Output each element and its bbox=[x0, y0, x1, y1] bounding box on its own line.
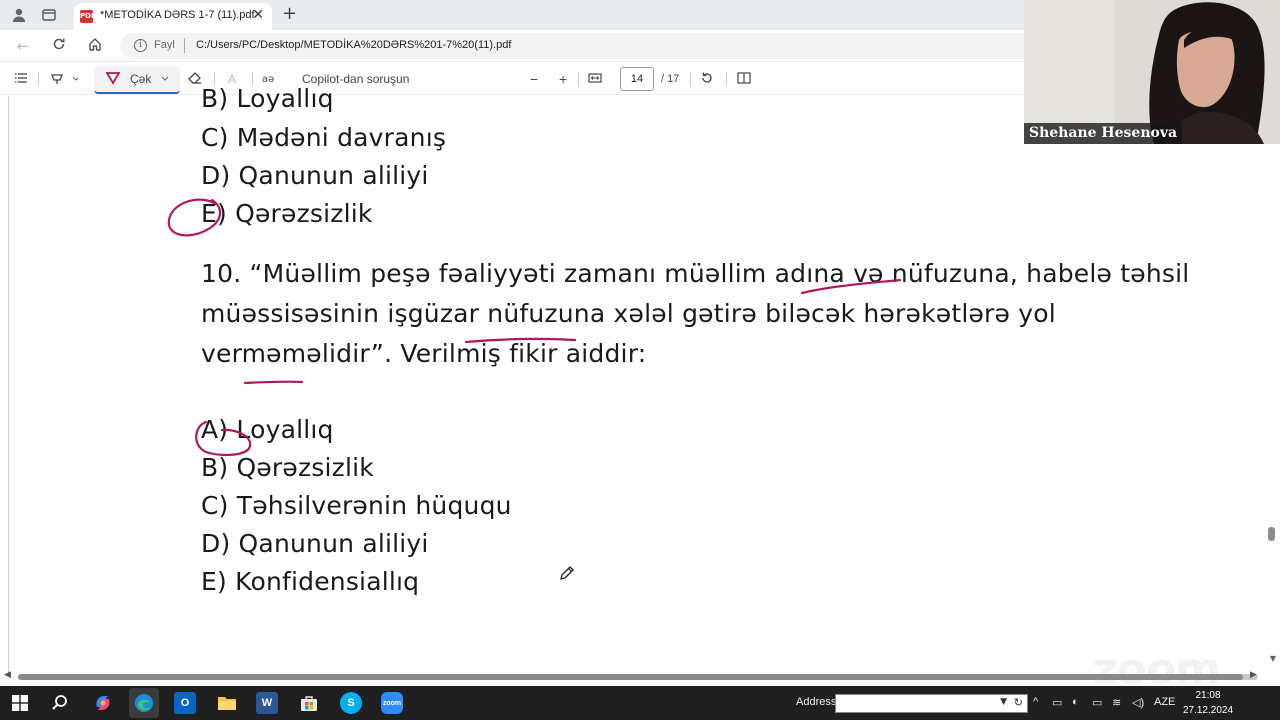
tab-close-button[interactable]: ✕ bbox=[252, 7, 264, 23]
page-view-icon[interactable] bbox=[737, 71, 751, 87]
draw-icon bbox=[105, 71, 121, 87]
prev-option-c: C) Mədəni davranış bbox=[201, 123, 447, 152]
outlook-icon[interactable]: O bbox=[174, 692, 196, 714]
contents-icon[interactable] bbox=[14, 71, 28, 87]
zoom-app-icon[interactable]: zoom bbox=[381, 692, 403, 714]
address-toolbar-input[interactable]: ▼ ↻ bbox=[835, 694, 1028, 713]
new-tab-button[interactable]: + bbox=[282, 3, 297, 24]
page-edge bbox=[8, 96, 9, 676]
address-scheme: Fayl bbox=[154, 39, 175, 51]
toolbar-divider bbox=[690, 72, 691, 86]
highlight-icon[interactable] bbox=[50, 71, 80, 87]
clock-date: 27.12.2024 bbox=[1182, 705, 1234, 716]
address-toolbar-label: Address bbox=[796, 696, 837, 708]
toolbar-divider bbox=[726, 72, 727, 86]
windows-start-icon[interactable] bbox=[9, 692, 31, 714]
draw-label: Çək bbox=[130, 72, 152, 86]
file-explorer-icon[interactable] bbox=[216, 692, 238, 714]
scroll-left-icon[interactable]: ◀ bbox=[4, 670, 11, 680]
chevron-down-icon[interactable] bbox=[160, 71, 170, 87]
option-a: A) Loyallıq bbox=[201, 415, 334, 444]
prev-option-e: E) Qərəzsizlik bbox=[201, 199, 373, 228]
tray-overflow-icon[interactable]: ^ bbox=[1033, 696, 1038, 708]
edge-browser-icon[interactable] bbox=[133, 692, 155, 714]
wifi-icon[interactable]: ≋ bbox=[1112, 696, 1121, 709]
tab-pdf[interactable]: PDF *METODİKA DƏRS 1-7 (11).pdf ✕ bbox=[74, 3, 272, 30]
question-line-3: verməməlidir”. Verilmiş fikir aiddir: bbox=[201, 339, 647, 368]
volume-icon[interactable]: ◁) bbox=[1132, 696, 1144, 709]
participant-name-label: Shehane Hesenova bbox=[1024, 123, 1182, 144]
tab-title: *METODİKA DƏRS 1-7 (11).pdf bbox=[100, 9, 255, 21]
skype-icon[interactable]: S bbox=[340, 692, 362, 714]
battery-icon[interactable]: ▭ bbox=[1092, 696, 1102, 709]
input-language[interactable]: AZE bbox=[1154, 696, 1175, 708]
store-icon[interactable] bbox=[298, 692, 320, 714]
vertical-scrollbar-thumb[interactable] bbox=[1268, 527, 1275, 541]
meet-now-icon[interactable]: ▭ bbox=[1052, 696, 1062, 709]
clock-time: 21:08 bbox=[1195, 690, 1221, 701]
tab-actions-icon[interactable] bbox=[40, 6, 58, 24]
chevron-down-icon[interactable]: ▼ bbox=[1000, 697, 1007, 707]
page-number-input[interactable]: 14 bbox=[620, 67, 654, 91]
option-c: C) Təhsilverənin hüququ bbox=[201, 491, 512, 520]
toolbar-divider bbox=[38, 72, 39, 86]
pdf-page[interactable]: B) Loyallıq C) Mədəni davranış D) Qanunu… bbox=[0, 84, 1280, 695]
page-total: / 17 bbox=[661, 73, 680, 85]
refresh-icon[interactable]: ↻ bbox=[1014, 696, 1023, 709]
windows-taskbar: O W S zoom Address ▼ ↻ ^ ▭ ◐ ▭ ≋ ◁) AZE … bbox=[0, 686, 1280, 720]
prev-option-b: B) Loyallıq bbox=[201, 84, 334, 113]
home-icon[interactable] bbox=[86, 37, 104, 55]
scroll-right-icon[interactable]: ▶ bbox=[1250, 670, 1257, 680]
search-icon[interactable] bbox=[49, 692, 71, 714]
pdf-file-icon: PDF bbox=[80, 10, 96, 23]
back-icon[interactable]: ← bbox=[14, 37, 32, 55]
pencil-cursor-icon bbox=[558, 564, 576, 586]
eraser-icon[interactable] bbox=[188, 71, 202, 87]
prev-option-d: D) Qanunun aliliyi bbox=[201, 161, 429, 190]
word-icon[interactable]: W bbox=[256, 692, 278, 714]
option-e: E) Konfidensiallıq bbox=[201, 567, 420, 596]
question-line-2: müəssisəsinin işgüzar nüfuzuna xələl gət… bbox=[201, 299, 1056, 328]
zoom-out-button[interactable]: − bbox=[530, 71, 538, 87]
tray-app-icon[interactable]: ◐ bbox=[1072, 696, 1079, 708]
screen: PDF *METODİKA DƏRS 1-7 (11).pdf ✕ + ← i … bbox=[0, 0, 1280, 720]
ink-underline-vermemelidir bbox=[243, 380, 304, 385]
info-icon[interactable]: i bbox=[134, 39, 147, 52]
question-line-1: 10. “Müəllim peşə fəaliyyəti zamanı müəl… bbox=[201, 259, 1190, 288]
copilot-icon[interactable] bbox=[92, 692, 114, 714]
option-b: B) Qərəzsizlik bbox=[201, 453, 374, 482]
fit-page-icon[interactable] bbox=[588, 71, 602, 87]
horizontal-scrollbar-thumb[interactable] bbox=[18, 674, 1243, 680]
profile-icon[interactable] bbox=[10, 6, 28, 24]
rotate-icon[interactable] bbox=[700, 71, 714, 87]
address-bar[interactable]: i Fayl C:/Users/PC/Desktop/METODİKA%20DƏ… bbox=[120, 33, 1040, 59]
option-d: D) Qanunun aliliyi bbox=[201, 529, 429, 558]
address-separator bbox=[184, 38, 185, 53]
ink-annotations bbox=[167, 198, 902, 457]
taskbar-clock[interactable]: 21:08 27.12.2024 bbox=[1180, 688, 1236, 718]
toolbar-divider bbox=[578, 72, 579, 86]
refresh-icon[interactable] bbox=[50, 37, 68, 55]
zoom-in-button[interactable]: + bbox=[559, 71, 567, 87]
scroll-down-icon[interactable]: ▼ bbox=[1270, 654, 1276, 663]
address-url[interactable]: C:/Users/PC/Desktop/METODİKA%20DƏRS%201-… bbox=[196, 39, 511, 51]
